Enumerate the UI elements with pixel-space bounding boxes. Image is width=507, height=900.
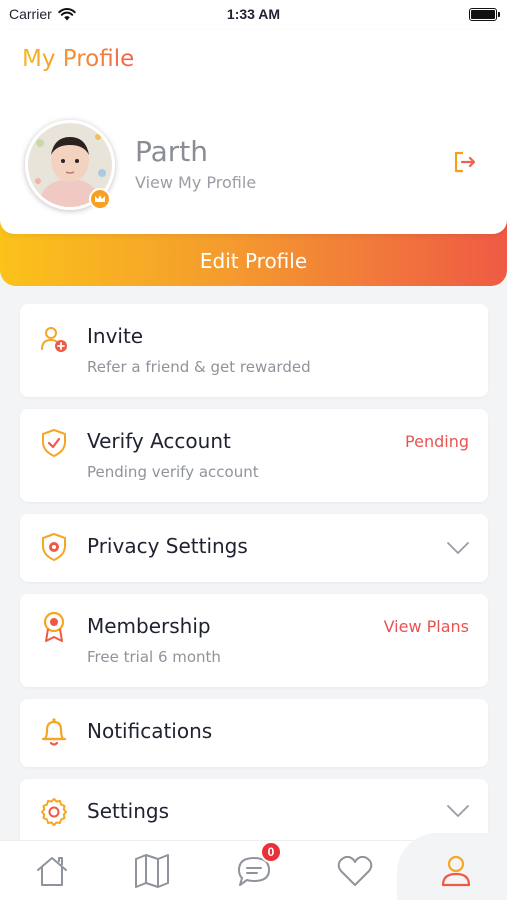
edit-profile-label: Edit Profile: [199, 249, 308, 273]
profile-icon: [441, 855, 471, 887]
invite-subtitle: Refer a friend & get rewarded: [87, 358, 311, 376]
tab-profile[interactable]: [436, 851, 476, 891]
tab-favorites[interactable]: [335, 851, 375, 891]
logout-button[interactable]: [451, 148, 479, 176]
privacy-settings-label: Privacy Settings: [87, 534, 248, 558]
map-icon: [135, 854, 169, 888]
bell-icon: [39, 717, 69, 747]
profile-header: My Profile Parth View My Profile: [0, 30, 507, 234]
user-name: Parth: [135, 135, 209, 168]
gear-icon: [39, 796, 69, 826]
shield-check-icon: [39, 428, 69, 458]
verify-account-item[interactable]: Verify Account Pending Pending verify ac…: [20, 409, 488, 502]
clock: 1:33 AM: [226, 6, 281, 22]
verify-account-label: Verify Account: [87, 429, 231, 453]
privacy-settings-item[interactable]: Privacy Settings: [20, 514, 488, 582]
view-profile-link[interactable]: View My Profile: [135, 173, 256, 192]
view-plans-link[interactable]: View Plans: [384, 617, 469, 636]
chat-badge: 0: [260, 841, 282, 863]
tab-chat[interactable]: 0: [234, 841, 282, 891]
invite-item[interactable]: Invite Refer a friend & get rewarded: [20, 304, 488, 397]
notifications-item[interactable]: Notifications: [20, 699, 488, 767]
verify-account-subtitle: Pending verify account: [87, 463, 259, 481]
chevron-down-icon[interactable]: [446, 541, 470, 555]
crown-icon: [89, 188, 111, 210]
shield-gear-icon: [39, 532, 69, 562]
invite-label: Invite: [87, 324, 144, 348]
tab-home[interactable]: [32, 851, 72, 891]
heart-icon: [337, 855, 373, 886]
medal-icon: [39, 611, 69, 642]
status-bar: Carrier 1:33 AM: [0, 0, 507, 30]
membership-item[interactable]: Membership View Plans Free trial 6 month: [20, 594, 488, 687]
avatar-container[interactable]: [25, 120, 115, 210]
chevron-down-icon[interactable]: [446, 804, 470, 818]
membership-subtitle: Free trial 6 month: [87, 648, 221, 666]
home-icon: [37, 857, 67, 886]
verify-status-badge: Pending: [405, 432, 469, 451]
logout-icon: [454, 151, 476, 173]
tab-map[interactable]: [132, 851, 172, 891]
settings-label: Settings: [87, 799, 170, 823]
notifications-label: Notifications: [87, 719, 213, 743]
battery-icon: [469, 8, 500, 21]
membership-label: Membership: [87, 614, 211, 638]
page-title: My Profile: [22, 46, 135, 72]
add-user-icon: [39, 324, 69, 354]
bottom-tab-bar: 0: [0, 833, 507, 900]
